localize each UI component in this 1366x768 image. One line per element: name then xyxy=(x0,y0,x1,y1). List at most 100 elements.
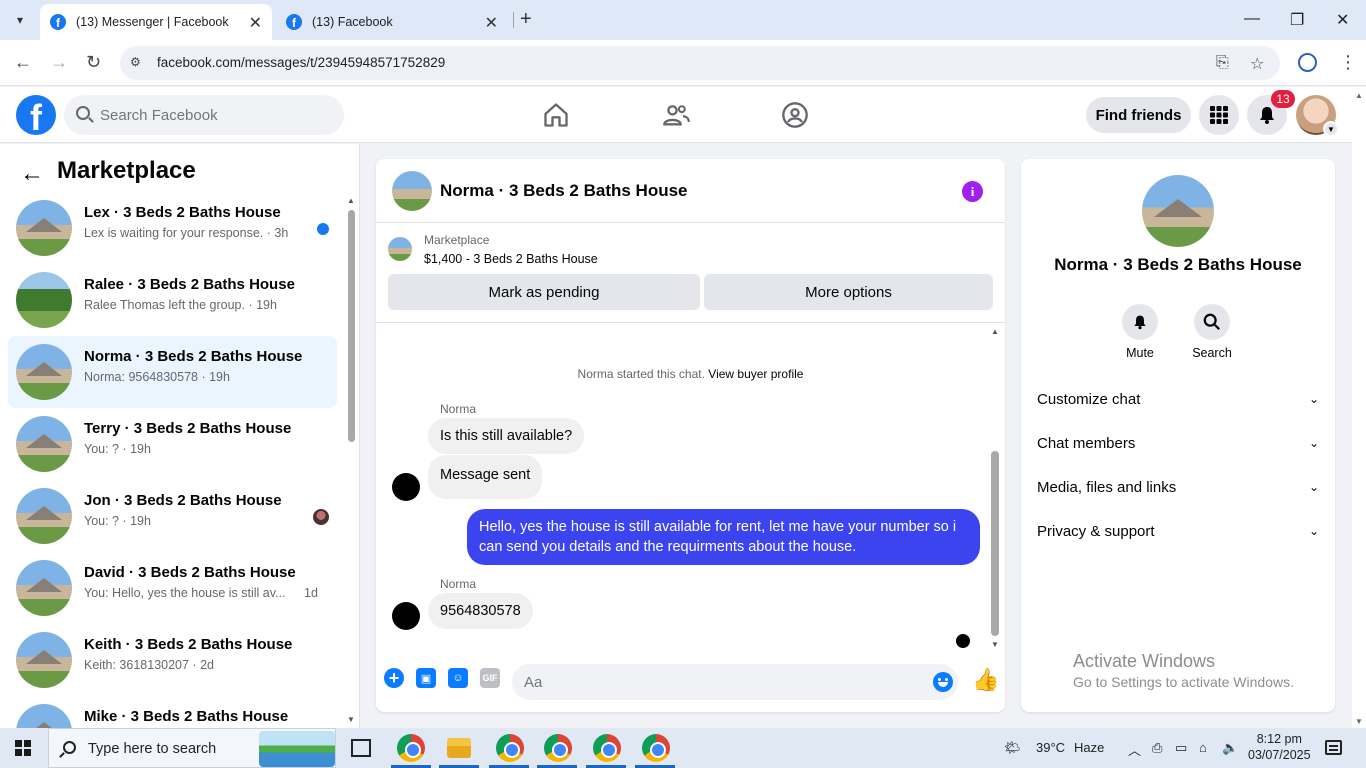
groups-icon[interactable] xyxy=(781,101,809,129)
page-scrollbar[interactable]: ▲ ▼ xyxy=(1352,87,1366,728)
weather-temp[interactable]: 39°C xyxy=(1036,740,1065,755)
chrome-icon[interactable] xyxy=(642,734,670,762)
taskbar-search[interactable]: Type here to search xyxy=(48,728,336,768)
browser-profile-icon[interactable] xyxy=(1298,53,1317,72)
tab-facebook[interactable]: f (13) Facebook ✕ xyxy=(276,4,508,40)
listing-photo[interactable] xyxy=(1142,175,1214,247)
search-in-chat-button[interactable]: Search xyxy=(1182,304,1242,360)
sender-avatar[interactable] xyxy=(392,602,420,630)
task-view-icon[interactable] xyxy=(351,739,371,757)
scroll-up-icon[interactable]: ▲ xyxy=(1355,91,1363,100)
chat-members-section[interactable]: Chat members ⌄ xyxy=(1037,423,1319,463)
photo-icon[interactable]: ▣ xyxy=(416,668,436,688)
wifi-icon[interactable]: ⌂ xyxy=(1199,740,1207,755)
volume-icon[interactable]: 🔈 xyxy=(1222,740,1238,756)
sender-avatar[interactable] xyxy=(392,473,420,501)
back-arrow-icon[interactable]: ← xyxy=(20,160,44,188)
scroll-up-icon[interactable]: ▲ xyxy=(991,327,999,336)
scroll-down-icon[interactable]: ▼ xyxy=(1355,717,1363,726)
scroll-up-icon[interactable]: ▲ xyxy=(347,196,355,205)
outgoing-message-bubble[interactable]: Hello, yes the house is still available … xyxy=(467,509,980,565)
network-icon[interactable]: ⎙ xyxy=(1152,740,1162,756)
conversation-item[interactable]: Jon · 3 Beds 2 Baths House You: ? · 19h xyxy=(8,480,337,552)
conversation-snippet: You: ? · 19h xyxy=(84,514,151,528)
view-buyer-profile-link[interactable]: View buyer profile xyxy=(708,367,803,381)
action-center-icon[interactable] xyxy=(1325,740,1342,755)
conversation-item[interactable]: David · 3 Beds 2 Baths House You: Hello,… xyxy=(8,552,337,624)
home-icon[interactable] xyxy=(542,101,570,129)
facebook-search[interactable] xyxy=(64,95,344,135)
url-text[interactable]: facebook.com/messages/t/2394594857175282… xyxy=(157,55,445,70)
message-input[interactable] xyxy=(512,664,958,700)
close-tab-icon[interactable]: ✕ xyxy=(485,13,498,33)
message-bubble[interactable]: 9564830578 xyxy=(428,593,533,629)
browser-menu-icon[interactable]: ⋮ xyxy=(1339,52,1357,73)
chrome-icon[interactable] xyxy=(496,734,524,762)
address-bar[interactable]: ⚙ facebook.com/messages/t/23945948571752… xyxy=(120,46,1280,80)
chrome-icon[interactable] xyxy=(397,734,425,762)
weather-icon[interactable]: 🌤 xyxy=(1004,740,1021,756)
battery-icon[interactable]: ▭ xyxy=(1175,740,1187,756)
message-bubble[interactable]: Is this still available? xyxy=(428,418,585,454)
reload-icon[interactable]: ↻ xyxy=(86,52,101,73)
bookmark-star-icon[interactable]: ☆ xyxy=(1250,54,1264,74)
friends-icon[interactable] xyxy=(662,101,690,129)
info-icon[interactable]: i xyxy=(962,181,983,202)
tab-search-chevron-icon[interactable]: ▾ xyxy=(6,7,34,33)
conversation-item[interactable]: Ralee · 3 Beds 2 Baths House Ralee Thoma… xyxy=(8,264,337,336)
gif-icon[interactable]: GIF xyxy=(480,668,500,688)
clock-time: 8:12 pm xyxy=(1256,732,1302,746)
media-files-links-section[interactable]: Media, files and links ⌄ xyxy=(1037,467,1319,507)
listing-thumbnail[interactable] xyxy=(388,237,412,261)
facebook-logo-icon[interactable]: f xyxy=(16,95,56,135)
file-explorer-icon[interactable] xyxy=(447,738,471,758)
conversation-snippet: You: Hello, yes the house is still av... xyxy=(84,586,286,600)
chat-avatar[interactable] xyxy=(392,171,432,211)
plus-icon[interactable]: + xyxy=(384,668,404,688)
mute-button[interactable]: Mute xyxy=(1110,304,1170,360)
scrollbar-thumb[interactable] xyxy=(991,451,999,636)
sticker-icon[interactable]: ☺ xyxy=(448,668,468,688)
customize-chat-section[interactable]: Customize chat ⌄ xyxy=(1037,379,1319,419)
chevron-down-icon: ⌄ xyxy=(1308,392,1319,406)
restore-icon[interactable]: ❐ xyxy=(1290,10,1304,30)
listing-price-title[interactable]: $1,400 - 3 Beds 2 Baths House xyxy=(424,252,598,266)
new-tab-icon[interactable]: + xyxy=(520,8,532,31)
section-label: Media, files and links xyxy=(1037,478,1177,496)
chevron-up-icon[interactable]: ︿ xyxy=(1128,740,1141,759)
chat-scrollbar[interactable]: ▲ ▼ xyxy=(990,327,1000,649)
menu-grid-button[interactable] xyxy=(1199,95,1239,135)
conversation-item-active[interactable]: Norma · 3 Beds 2 Baths House Norma: 9564… xyxy=(8,336,337,408)
scroll-down-icon[interactable]: ▼ xyxy=(991,640,999,649)
scrollbar-thumb[interactable] xyxy=(348,210,355,442)
system-clock[interactable]: 8:12 pm 03/07/2025 xyxy=(1248,731,1311,763)
close-window-icon[interactable]: ✕ xyxy=(1336,10,1349,30)
forward-arrow-icon[interactable]: → xyxy=(50,52,68,73)
privacy-support-section[interactable]: Privacy & support ⌄ xyxy=(1037,511,1319,551)
close-tab-icon[interactable]: ✕ xyxy=(249,13,262,33)
windows-start-icon[interactable] xyxy=(15,740,31,756)
conversation-item[interactable]: Mike · 3 Beds 2 Baths House xyxy=(8,696,337,728)
facebook-search-input[interactable] xyxy=(100,95,330,135)
back-arrow-icon[interactable]: ← xyxy=(14,52,32,73)
chat-title[interactable]: Norma · 3 Beds 2 Baths House xyxy=(440,181,688,201)
chrome-icon[interactable] xyxy=(544,734,572,762)
emoji-icon[interactable] xyxy=(933,672,953,692)
install-app-icon[interactable]: ⎘ xyxy=(1216,54,1229,72)
chrome-icon[interactable] xyxy=(593,734,621,762)
minimize-icon[interactable]: — xyxy=(1244,10,1260,28)
conversation-item[interactable]: Terry · 3 Beds 2 Baths House You: ? · 19… xyxy=(8,408,337,480)
message-bubble[interactable]: Message sent xyxy=(428,455,543,499)
site-settings-icon[interactable]: ⚙ xyxy=(130,55,146,71)
conversation-item[interactable]: Lex · 3 Beds 2 Baths House Lex is waitin… xyxy=(8,192,337,264)
find-friends-button[interactable]: Find friends xyxy=(1086,97,1191,133)
mark-as-pending-button[interactable]: Mark as pending xyxy=(388,274,700,310)
more-options-button[interactable]: More options xyxy=(704,274,993,310)
thumbs-up-icon[interactable]: 👍 xyxy=(972,667,999,693)
scroll-down-icon[interactable]: ▼ xyxy=(347,715,355,724)
tab-messenger[interactable]: f (13) Messenger | Facebook ✕ xyxy=(40,4,272,40)
weather-desc[interactable]: Haze xyxy=(1074,740,1104,755)
account-avatar[interactable]: ▼ xyxy=(1296,95,1339,137)
conversation-item[interactable]: Keith · 3 Beds 2 Baths House Keith: 3618… xyxy=(8,624,337,696)
sidebar-scrollbar[interactable]: ▲ ▼ xyxy=(347,196,355,724)
